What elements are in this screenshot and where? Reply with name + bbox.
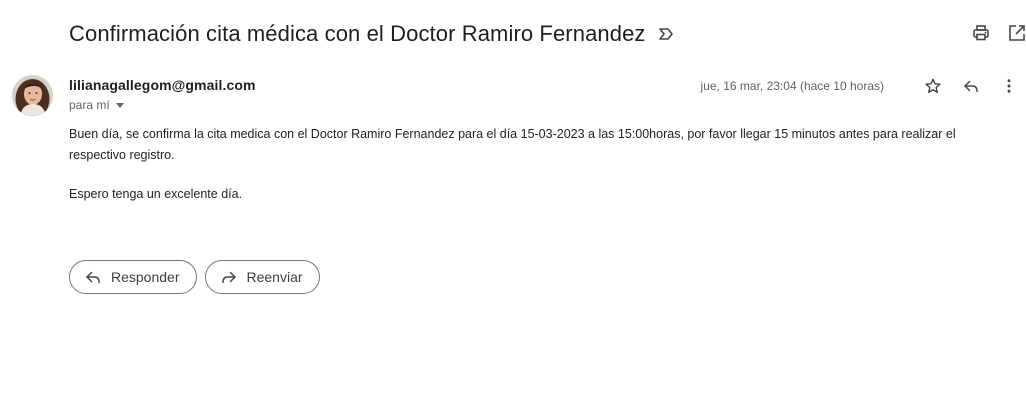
reply-icon[interactable]: [962, 76, 980, 96]
sender-block: lilianagallegom@gmail.com para mí: [69, 77, 256, 112]
important-marker-icon[interactable]: [658, 25, 676, 43]
star-icon[interactable]: [924, 76, 942, 96]
subject-row: Confirmación cita médica con el Doctor R…: [69, 18, 1026, 50]
sender-email[interactable]: lilianagallegom@gmail.com: [69, 77, 256, 93]
message-meta: jue, 16 mar, 23:04 (hace 10 horas): [701, 76, 1018, 96]
recipient-label: para mí: [69, 98, 110, 112]
email-subject: Confirmación cita médica con el Doctor R…: [69, 21, 646, 46]
reply-button[interactable]: Responder: [69, 260, 197, 294]
message-body: Buen día, se confirma la cita medica con…: [69, 124, 1014, 205]
thread-actions: [972, 23, 1026, 43]
chevron-down-icon: [115, 102, 124, 108]
body-paragraph: Espero tenga un excelente día.: [69, 187, 243, 201]
recipient-details-toggle[interactable]: para mí: [69, 98, 256, 112]
reply-actions: Responder Reenviar: [69, 260, 320, 294]
forward-button-label: Reenviar: [246, 269, 303, 285]
forward-icon: [220, 268, 238, 286]
forward-button[interactable]: Reenviar: [204, 260, 320, 294]
avatar[interactable]: [12, 75, 53, 116]
body-paragraph: Buen día, se confirma la cita medica con…: [69, 127, 956, 162]
reply-icon: [84, 268, 102, 286]
open-in-new-window-icon[interactable]: [1008, 23, 1026, 43]
print-icon[interactable]: [972, 23, 990, 43]
more-vertical-icon[interactable]: [1000, 76, 1018, 96]
reply-button-label: Responder: [111, 269, 180, 285]
message-date: jue, 16 mar, 23:04 (hace 10 horas): [700, 79, 884, 93]
